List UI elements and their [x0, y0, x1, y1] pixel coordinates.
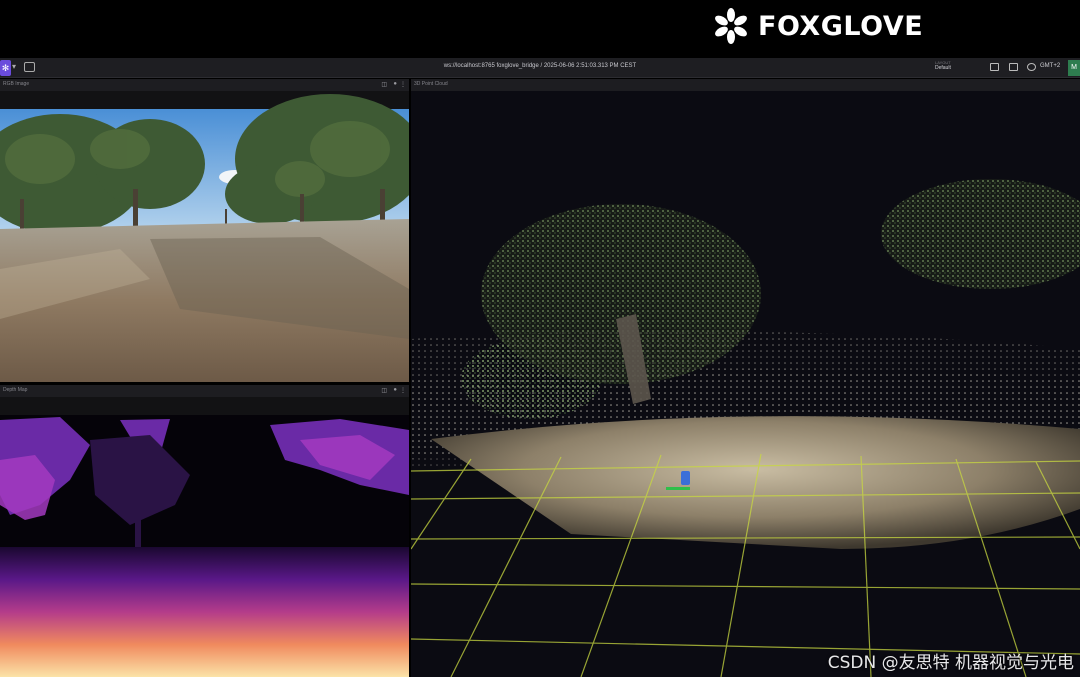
right-sidebar-icon[interactable]	[1009, 63, 1018, 71]
rgb-camera-image	[0, 94, 409, 382]
watermark: CSDN @友思特 机器视觉与光电	[827, 653, 1074, 673]
connection-url: ws://localhost:8765 foxglove_bridge / 20…	[443, 63, 637, 69]
left-sidebar-icon[interactable]	[990, 63, 999, 71]
brand-logo: FOXGLOVE	[712, 6, 923, 46]
timezone-label[interactable]: GMT+2	[1040, 63, 1060, 69]
layout-selector[interactable]: LAYOUT Default	[935, 60, 979, 76]
depth-map-image	[0, 415, 409, 677]
foxglove-snowflake-icon	[715, 8, 747, 44]
clock-icon[interactable]	[1027, 63, 1036, 71]
rgb-image-panel: RGB Image ◫ ● ⋮	[0, 79, 409, 382]
app-toolbar: ✻ ▾ ws://localhost:8765 foxglove_bridge …	[0, 58, 1080, 78]
brand-bar: FOXGLOVE	[0, 0, 1080, 56]
avatar[interactable]: M	[1068, 60, 1080, 76]
depth-map-panel: Depth Map ◫ ● ⋮	[0, 385, 409, 677]
point-cloud-panel[interactable]: 3D Point Cloud	[411, 79, 1080, 677]
layout-name: Default	[935, 65, 951, 71]
brand-name: FOXGLOVE	[758, 10, 924, 42]
3d-point-cloud-view[interactable]	[411, 79, 1080, 677]
